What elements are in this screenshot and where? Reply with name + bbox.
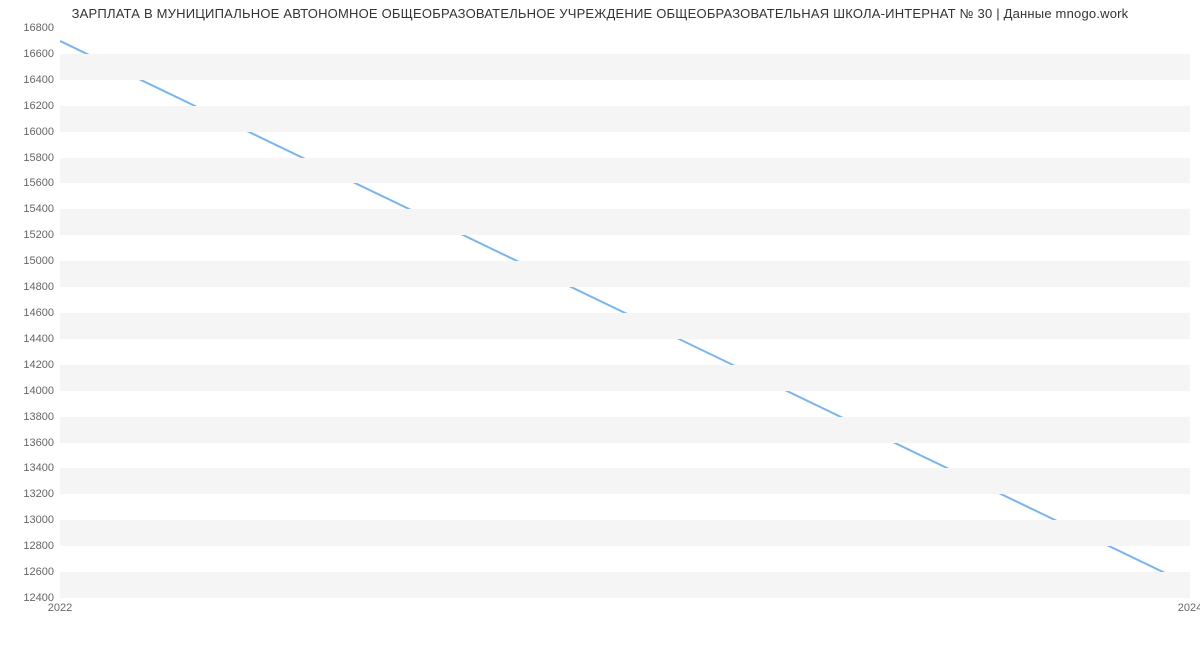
grid-band [60,572,1190,598]
grid-band [60,261,1190,287]
grid-band [60,365,1190,391]
y-tick-label: 15600 [4,177,54,189]
y-tick-label: 13200 [4,488,54,500]
grid-band [60,54,1190,80]
y-tick-label: 16600 [4,48,54,60]
y-tick-label: 15400 [4,203,54,215]
y-tick-label: 12600 [4,566,54,578]
y-tick-label: 14400 [4,333,54,345]
y-tick-label: 14600 [4,307,54,319]
grid-band [60,520,1190,546]
y-tick-label: 15800 [4,152,54,164]
y-tick-label: 12800 [4,540,54,552]
y-tick-label: 13400 [4,462,54,474]
y-tick-label: 14200 [4,359,54,371]
y-tick-label: 16800 [4,22,54,34]
y-tick-label: 15200 [4,229,54,241]
plot-area [60,28,1190,598]
grid-band [60,417,1190,443]
y-tick-label: 13000 [4,514,54,526]
y-tick-label: 16400 [4,74,54,86]
y-tick-label: 16000 [4,126,54,138]
y-tick-label: 15000 [4,255,54,267]
x-tick-label: 2024 [1178,602,1200,614]
grid-band [60,106,1190,132]
grid-band [60,468,1190,494]
y-tick-label: 13600 [4,437,54,449]
grid-band [60,313,1190,339]
grid-band [60,209,1190,235]
x-tick-label: 2022 [48,602,72,614]
y-tick-label: 16200 [4,100,54,112]
grid-band [60,158,1190,184]
y-tick-label: 13800 [4,411,54,423]
chart-title: ЗАРПЛАТА В МУНИЦИПАЛЬНОЕ АВТОНОМНОЕ ОБЩЕ… [0,6,1200,21]
y-tick-label: 12400 [4,592,54,604]
salary-line-chart: ЗАРПЛАТА В МУНИЦИПАЛЬНОЕ АВТОНОМНОЕ ОБЩЕ… [0,0,1200,650]
y-tick-label: 14000 [4,385,54,397]
y-tick-label: 14800 [4,281,54,293]
